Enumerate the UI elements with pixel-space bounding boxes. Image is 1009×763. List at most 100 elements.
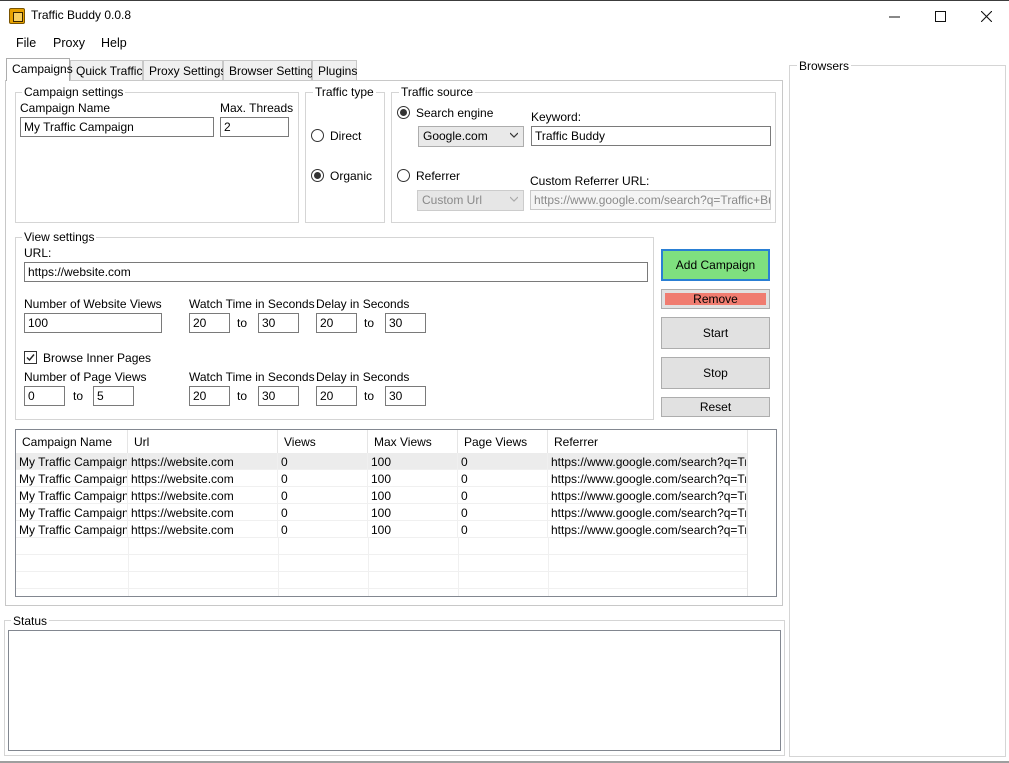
direct-radio[interactable] <box>311 129 324 142</box>
column-header-page-views[interactable]: Page Views <box>458 430 548 453</box>
inner-watch-to-input[interactable]: 30 <box>258 386 299 406</box>
column-header-max-views[interactable]: Max Views <box>368 430 458 453</box>
empty-row <box>16 538 747 555</box>
tab-proxy-settings[interactable]: Proxy Settings <box>143 60 226 80</box>
cell-page-views: 0 <box>458 504 548 521</box>
table-row[interactable]: My Traffic Campaign https://website.com … <box>16 521 747 538</box>
campaign-name-label: Campaign Name <box>20 101 111 115</box>
tab-plugins[interactable]: Plugins <box>312 60 357 80</box>
cell-url: https://website.com <box>128 453 278 470</box>
reset-button[interactable]: Reset <box>661 397 770 417</box>
remove-button[interactable]: Remove <box>661 289 770 309</box>
traffic-type-group <box>305 92 385 223</box>
column-header-views[interactable]: Views <box>278 430 368 453</box>
referrer-radio[interactable] <box>397 169 410 182</box>
search-engine-select[interactable]: Google.com <box>418 126 524 147</box>
cell-referrer: https://www.google.com/search?q=Tr... <box>548 521 747 538</box>
cell-page-views: 0 <box>458 521 548 538</box>
cell-referrer: https://www.google.com/search?q=Tr... <box>548 504 747 521</box>
inner-delay-to-label: to <box>364 389 375 403</box>
start-button[interactable]: Start <box>661 317 770 349</box>
browsers-group <box>789 65 1006 757</box>
custom-referrer-label: Custom Referrer URL: <box>530 174 650 188</box>
url-input[interactable]: https://website.com <box>24 262 648 282</box>
menu-help[interactable]: Help <box>101 36 127 50</box>
cell-views: 0 <box>278 521 368 538</box>
website-views-input[interactable]: 100 <box>24 313 162 333</box>
campaign-settings-title: Campaign settings <box>22 85 126 99</box>
browsers-title: Browsers <box>797 59 852 73</box>
traffic-source-title: Traffic source <box>399 85 476 99</box>
cell-campaign-name: My Traffic Campaign <box>16 504 128 521</box>
grid-line <box>368 538 369 596</box>
search-engine-label: Search engine <box>416 106 494 120</box>
inner-watch-to-label: to <box>237 389 248 403</box>
traffic-type-title: Traffic type <box>313 85 376 99</box>
campaign-grid[interactable]: Campaign Name Url Views Max Views Page V… <box>15 429 777 597</box>
page-views-to-input[interactable]: 5 <box>93 386 134 406</box>
stop-button[interactable]: Stop <box>661 357 770 389</box>
menu-file[interactable]: File <box>16 36 36 50</box>
window-title: Traffic Buddy 0.0.8 <box>31 8 132 22</box>
table-row[interactable]: My Traffic Campaign https://website.com … <box>16 453 747 470</box>
inner-watch-from-input[interactable]: 20 <box>189 386 230 406</box>
watch-time-to-input[interactable]: 30 <box>258 313 299 333</box>
website-views-label: Number of Website Views <box>24 297 162 311</box>
cell-max-views: 100 <box>368 487 458 504</box>
cell-referrer: https://www.google.com/search?q=Tr... <box>548 470 747 487</box>
tab-campaigns[interactable]: Campaigns <box>6 58 73 81</box>
maximize-icon <box>934 10 946 22</box>
campaign-name-input[interactable]: My Traffic Campaign <box>20 117 214 137</box>
add-campaign-button[interactable]: Add Campaign <box>661 249 770 281</box>
status-log[interactable] <box>8 630 781 751</box>
watch-time-from-input[interactable]: 20 <box>189 313 230 333</box>
cell-url: https://website.com <box>128 521 278 538</box>
title-bar <box>0 0 1009 32</box>
cell-max-views: 100 <box>368 453 458 470</box>
table-row[interactable]: My Traffic Campaign https://website.com … <box>16 470 747 487</box>
cell-views: 0 <box>278 487 368 504</box>
empty-row <box>16 555 747 572</box>
cell-page-views: 0 <box>458 470 548 487</box>
column-header-campaign-name[interactable]: Campaign Name <box>16 430 128 453</box>
delay-from-input[interactable]: 20 <box>316 313 357 333</box>
delay-to-input[interactable]: 30 <box>385 313 426 333</box>
cell-campaign-name: My Traffic Campaign <box>16 521 128 538</box>
menu-proxy[interactable]: Proxy <box>53 36 85 50</box>
organic-radio[interactable] <box>311 169 324 182</box>
referrer-select[interactable]: Custom Url <box>417 190 524 211</box>
cell-page-views: 0 <box>458 487 548 504</box>
tab-browser-settings[interactable]: Browser Settings <box>223 60 320 80</box>
cell-views: 0 <box>278 470 368 487</box>
column-header-referrer[interactable]: Referrer <box>548 430 748 453</box>
page-views-from-input[interactable]: 0 <box>24 386 65 406</box>
maximize-button[interactable] <box>917 0 963 32</box>
cell-page-views: 0 <box>458 453 548 470</box>
column-header-url[interactable]: Url <box>128 430 278 453</box>
chevron-down-icon <box>510 132 518 138</box>
inner-delay-to-input[interactable]: 30 <box>385 386 426 406</box>
inner-delay-from-input[interactable]: 20 <box>316 386 357 406</box>
grid-line <box>747 453 748 596</box>
close-icon <box>980 10 992 22</box>
cell-url: https://website.com <box>128 470 278 487</box>
empty-row <box>16 572 747 589</box>
referrer-value: Custom Url <box>422 193 483 207</box>
max-threads-input[interactable]: 2 <box>220 117 289 137</box>
table-row[interactable]: My Traffic Campaign https://website.com … <box>16 487 747 504</box>
search-engine-radio[interactable] <box>397 106 410 119</box>
cell-url: https://website.com <box>128 504 278 521</box>
cell-url: https://website.com <box>128 487 278 504</box>
table-row[interactable]: My Traffic Campaign https://website.com … <box>16 504 747 521</box>
app-icon <box>9 8 25 24</box>
tab-quick-traffic[interactable]: Quick Traffic <box>70 60 143 80</box>
cell-referrer: https://www.google.com/search?q=Tr... <box>548 453 747 470</box>
minimize-button[interactable] <box>871 0 917 32</box>
close-button[interactable] <box>963 0 1009 32</box>
cell-referrer: https://www.google.com/search?q=Tr... <box>548 487 747 504</box>
keyword-input[interactable]: Traffic Buddy <box>531 126 771 146</box>
custom-referrer-input[interactable]: https://www.google.com/search?q=Traffic+… <box>530 190 771 210</box>
browse-inner-checkbox[interactable] <box>24 351 37 364</box>
browse-inner-label: Browse Inner Pages <box>43 351 152 365</box>
direct-label: Direct <box>330 129 362 143</box>
